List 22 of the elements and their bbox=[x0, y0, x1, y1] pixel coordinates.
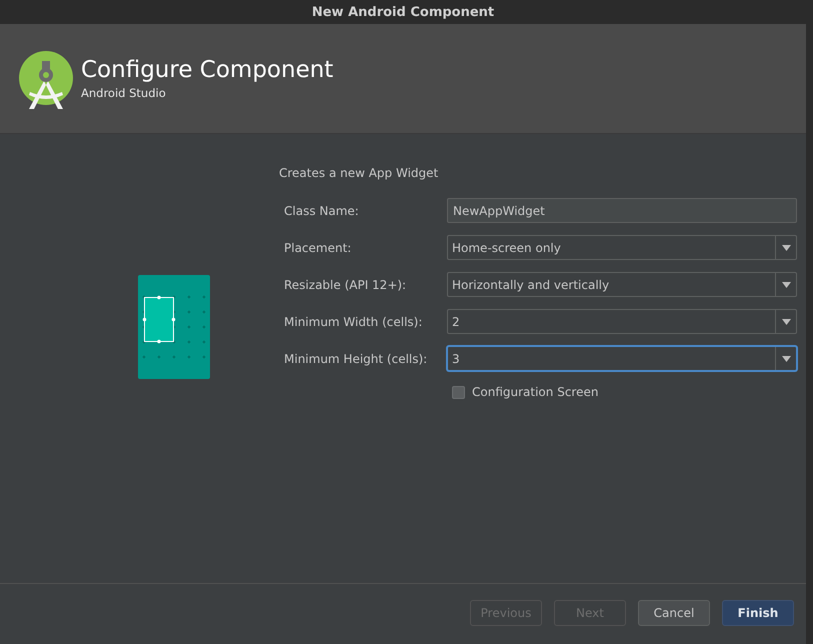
field-label: Minimum Height (cells): bbox=[284, 352, 428, 366]
field-label: Minimum Width (cells): bbox=[284, 314, 424, 328]
window-title: New Android Component bbox=[312, 4, 494, 20]
dropdown[interactable]: Home-screen only bbox=[447, 235, 797, 260]
dialog-button[interactable]: Finish bbox=[722, 600, 794, 626]
dropdown-arrow-icon bbox=[782, 318, 790, 324]
checkbox[interactable] bbox=[452, 386, 465, 398]
page-subtitle: Android Studio bbox=[81, 86, 167, 100]
dialog-button[interactable]: Cancel bbox=[638, 600, 710, 626]
text-field[interactable]: NewAppWidget bbox=[447, 198, 797, 223]
field-label: Resizable (API 12+): bbox=[284, 278, 408, 292]
dropdown[interactable]: 2 bbox=[447, 309, 797, 334]
page-title: Configure Component bbox=[81, 57, 334, 83]
dropdown[interactable]: Horizontally and vertically bbox=[447, 272, 797, 297]
dropdown-arrow-icon bbox=[782, 356, 790, 362]
dropdown-arrow-icon bbox=[782, 282, 790, 288]
field-label: Placement: bbox=[284, 240, 352, 254]
dropdown[interactable]: 3 bbox=[447, 346, 797, 371]
dropdown-arrow-icon bbox=[782, 244, 790, 250]
description-text: Creates a new App Widget bbox=[279, 166, 440, 180]
checkbox-label: Configuration Screen bbox=[472, 385, 598, 399]
field-label: Class Name: bbox=[284, 204, 360, 218]
